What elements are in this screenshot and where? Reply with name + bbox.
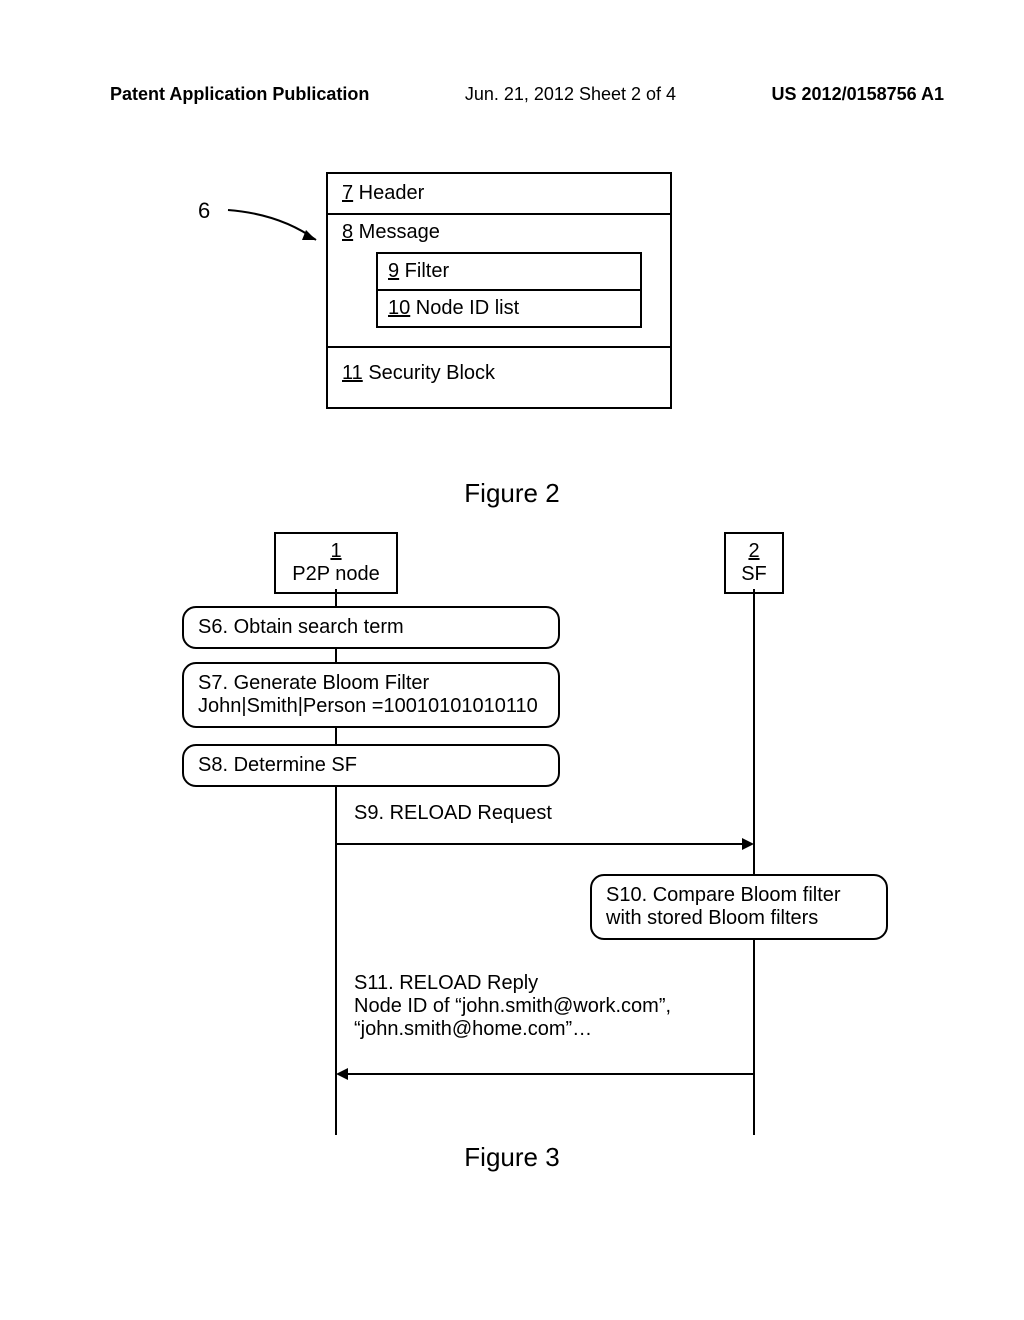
figure3-p2p-ref: 1 xyxy=(284,540,388,563)
figure3-sf-lifeline xyxy=(753,589,755,1135)
figure3-s9-arrow xyxy=(336,834,758,854)
figure3-sf-label: SF xyxy=(741,563,767,585)
figure2-filter-field: 9 Filter xyxy=(378,254,640,291)
figure3-s11-arrow xyxy=(336,1064,758,1084)
figure2-caption: Figure 2 xyxy=(0,478,1024,509)
figure3-step-s10: S10. Compare Bloom filter with stored Bl… xyxy=(590,874,888,940)
figure3-caption: Figure 3 xyxy=(0,1142,1024,1173)
figure3-p2p-label: P2P node xyxy=(292,563,380,585)
figure2-message-label: 8 Message xyxy=(328,215,670,252)
figure2-container: 7 Header 8 Message 9 Filter 10 Node ID l… xyxy=(326,172,672,409)
figure2-arrow xyxy=(224,206,334,248)
figure3-s8-text: S8. Determine SF xyxy=(198,754,357,776)
figure2-filter-ref: 9 xyxy=(388,260,399,282)
figure3-sequence-diagram: 1 P2P node 2 SF S6. Obtain search term S… xyxy=(168,532,888,1132)
figure2-security-ref: 11 xyxy=(342,362,363,384)
figure3-s7-line2: John|Smith|Person =10010101010110 xyxy=(198,695,544,718)
figure2-inner-container: 9 Filter 10 Node ID list xyxy=(376,252,642,328)
figure2-pointer-six-label: 6 xyxy=(198,198,210,224)
figure3-s11-label: S11. RELOAD Reply Node ID of “john.smith… xyxy=(354,972,754,1041)
figure2-filter-text: Filter xyxy=(399,260,449,282)
publication-number: US 2012/0158756 A1 xyxy=(772,84,944,105)
figure3-s10-line2: with stored Bloom filters xyxy=(606,907,872,930)
figure2-security-text: Security Block xyxy=(363,362,495,384)
figure2-message-text: Message xyxy=(353,221,440,243)
figure3-s11-line1: S11. RELOAD Reply xyxy=(354,972,754,995)
figure3-sf-ref: 2 xyxy=(734,540,774,563)
figure2-nodelist-text: Node ID list xyxy=(410,297,519,319)
figure2-nodelist-field: 10 Node ID list xyxy=(378,291,640,326)
figure3-s11-line3: “john.smith@home.com”… xyxy=(354,1018,754,1041)
figure3-step-s6: S6. Obtain search term xyxy=(182,606,560,649)
publication-date-sheet: Jun. 21, 2012 Sheet 2 of 4 xyxy=(465,84,676,105)
page-header: Patent Application Publication Jun. 21, … xyxy=(0,0,1024,105)
figure2-nodelist-ref: 10 xyxy=(388,297,410,319)
figure3-s7-line1: S7. Generate Bloom Filter xyxy=(198,672,544,695)
figure2-header-field: 7 Header xyxy=(328,174,670,215)
figure3-step-s8: S8. Determine SF xyxy=(182,744,560,787)
figure2-message-field: 8 Message 9 Filter 10 Node ID list xyxy=(328,215,670,348)
figure3-s9-label: S9. RELOAD Request xyxy=(354,802,734,825)
publication-title: Patent Application Publication xyxy=(110,84,369,105)
figure3-step-s7: S7. Generate Bloom Filter John|Smith|Per… xyxy=(182,662,560,728)
figure3-s10-line1: S10. Compare Bloom filter xyxy=(606,884,872,907)
figure3-p2p-node: 1 P2P node xyxy=(274,532,398,594)
figure2-message-structure: 7 Header 8 Message 9 Filter 10 Node ID l… xyxy=(326,172,672,409)
figure3-sf-node: 2 SF xyxy=(724,532,784,594)
figure3-s11-line2: Node ID of “john.smith@work.com”, xyxy=(354,995,754,1018)
figure2-security-field: 11 Security Block xyxy=(328,348,670,407)
figure2-header-ref: 7 xyxy=(342,182,353,204)
figure2-header-text: Header xyxy=(353,182,424,204)
figure3-s6-text: S6. Obtain search term xyxy=(198,616,404,638)
figure2-message-ref: 8 xyxy=(342,221,353,243)
